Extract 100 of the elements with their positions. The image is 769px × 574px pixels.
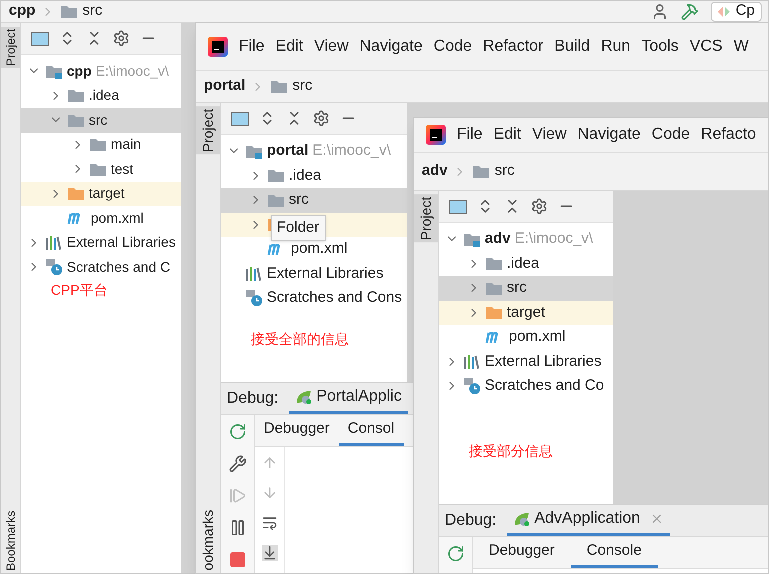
panel-icon[interactable] xyxy=(449,200,467,214)
app-logo-icon xyxy=(426,125,446,145)
libraries-icon xyxy=(463,354,481,370)
menu-item[interactable]: Edit xyxy=(276,34,304,58)
app-logo-icon xyxy=(208,36,228,56)
folder-icon xyxy=(67,186,85,202)
menu-item[interactable]: Code xyxy=(652,123,690,147)
tree-row[interactable]: src xyxy=(439,276,613,300)
module-folder-icon xyxy=(463,232,481,247)
folder-icon xyxy=(270,79,288,94)
tree-row[interactable]: External Libraries xyxy=(221,262,407,286)
tree-row[interactable]: pom.xml xyxy=(21,206,181,230)
tool-window-tab[interactable]: Project xyxy=(414,195,438,243)
menu-item[interactable]: Build xyxy=(554,34,590,58)
folder-icon xyxy=(472,164,490,179)
tree-row[interactable]: External Libraries xyxy=(21,230,181,255)
menu-item[interactable]: Navigate xyxy=(360,34,423,58)
soft-wrap-icon[interactable] xyxy=(262,515,278,531)
menu-item[interactable]: View xyxy=(314,34,349,58)
tool-window-tab[interactable]: ookmarks xyxy=(199,508,217,573)
tree-row[interactable]: .idea xyxy=(439,252,613,276)
folder-icon xyxy=(267,168,285,184)
breadcrumb-item[interactable]: adv xyxy=(422,160,448,183)
menu-item[interactable]: View xyxy=(532,123,567,147)
tree-item-label: External Libraries xyxy=(67,233,176,252)
debug-tab[interactable]: Console xyxy=(570,537,658,568)
settings-icon[interactable] xyxy=(313,110,330,127)
tree-item-label: main xyxy=(111,135,142,154)
menu-item[interactable]: W xyxy=(734,34,749,58)
breadcrumb-item[interactable]: portal xyxy=(204,75,246,98)
folder-icon xyxy=(89,137,107,152)
tree-item-label: src xyxy=(89,110,108,130)
settings-icon[interactable] xyxy=(113,30,130,47)
tree-row[interactable]: src xyxy=(221,188,407,212)
tree-item-label: test xyxy=(111,160,134,179)
menu-item[interactable]: Refacto xyxy=(701,123,756,147)
tree-item-label: .idea xyxy=(289,166,322,186)
folder-icon xyxy=(60,4,78,19)
debug-label: Debug: xyxy=(227,388,279,408)
menu-item[interactable]: Run xyxy=(601,34,631,58)
tree-row[interactable]: .idea xyxy=(21,84,181,108)
module-path: E:\imooc_v\ xyxy=(312,141,392,161)
tree-item-label: portal xyxy=(267,141,309,161)
menu-item[interactable]: Tools xyxy=(642,34,679,58)
tree-row[interactable]: Scratches and C xyxy=(21,255,181,280)
tree-row[interactable]: src xyxy=(21,108,181,132)
folder-icon xyxy=(485,305,503,320)
tree-item-label: Scratches and Co xyxy=(485,376,604,396)
spring-app-icon xyxy=(512,511,531,527)
folder-icon xyxy=(67,112,85,128)
tree-row[interactable]: External Libraries xyxy=(439,350,613,374)
annotation-text: CPP平台 xyxy=(50,280,109,300)
menu-item[interactable]: File xyxy=(457,123,483,147)
tree-row[interactable]: .idea xyxy=(221,164,407,188)
panel-icon[interactable] xyxy=(231,112,249,126)
run-config-selector[interactable]: Cp xyxy=(710,2,762,22)
breadcrumb-item[interactable]: cpp xyxy=(9,1,36,23)
menu-item[interactable]: File xyxy=(239,34,265,58)
folder-icon xyxy=(67,88,85,104)
tree-item-label: External Libraries xyxy=(267,264,384,284)
stop-icon[interactable] xyxy=(228,551,246,569)
tree-row[interactable]: pom.xml xyxy=(439,325,613,350)
libraries-icon xyxy=(45,235,63,250)
breadcrumb-item[interactable]: src xyxy=(292,75,313,98)
scroll-to-end-icon[interactable] xyxy=(262,545,278,561)
module-folder-icon xyxy=(245,144,263,159)
annotation-text: 接受全部的信息 xyxy=(250,330,350,348)
tree-row[interactable]: test xyxy=(21,157,181,182)
breadcrumb-item[interactable]: src xyxy=(82,1,103,23)
tree-row[interactable]: main xyxy=(21,132,181,157)
tree-row[interactable]: target xyxy=(21,182,181,206)
tree-row[interactable]: Scratches and Cons xyxy=(221,286,407,310)
breadcrumb-item[interactable]: src xyxy=(494,160,515,183)
settings-icon[interactable] xyxy=(531,198,548,215)
hammer-icon[interactable] xyxy=(680,2,699,20)
menu-item[interactable]: Edit xyxy=(494,123,522,147)
folder-icon xyxy=(267,192,285,208)
rerun-icon[interactable] xyxy=(446,545,464,563)
rerun-icon[interactable] xyxy=(228,423,246,441)
tool-window-tab[interactable]: Project xyxy=(196,107,220,155)
menu-item[interactable]: Code xyxy=(434,34,472,58)
tree-row[interactable]: target xyxy=(439,300,613,325)
menu-item[interactable]: VCS xyxy=(690,34,723,58)
debug-tab[interactable]: Debugger xyxy=(473,537,571,568)
tree-row[interactable]: Scratches and Co xyxy=(439,374,613,398)
menu-item[interactable]: Navigate xyxy=(578,123,641,147)
panel-icon[interactable] xyxy=(31,32,49,46)
tree-item-label: Scratches and C xyxy=(67,258,170,277)
wrench-icon[interactable] xyxy=(228,455,246,473)
tree-row[interactable]: adv E:\imooc_v\ xyxy=(439,227,613,252)
tool-window-tab[interactable]: Bookmarks xyxy=(2,508,18,573)
tool-window-tab[interactable]: Project xyxy=(1,27,20,68)
scratches-icon xyxy=(245,289,263,308)
tree-item-label: cpp xyxy=(67,62,92,81)
tree-row[interactable]: cpp E:\imooc_v\ xyxy=(21,59,181,84)
debug-label: Debug: xyxy=(445,510,497,530)
debug-tab[interactable]: Debugger xyxy=(255,415,339,446)
tree-row[interactable]: portal E:\imooc_v\ xyxy=(221,139,407,164)
tree-item-label: src xyxy=(507,278,527,298)
menu-item[interactable]: Refactor xyxy=(483,34,544,58)
